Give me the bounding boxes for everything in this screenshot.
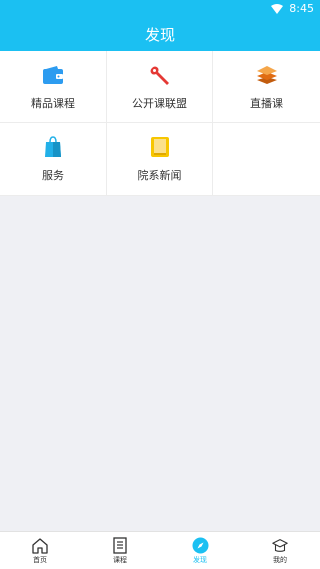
app-header: 发现: [0, 17, 320, 51]
page-title: 发现: [144, 25, 175, 44]
layers-icon: [255, 63, 279, 87]
grid-item-label: 直播课: [250, 96, 283, 110]
nav-item-discover[interactable]: 发现: [160, 532, 240, 569]
nav-label: 首页: [33, 556, 47, 564]
nav-item-courses[interactable]: 课程: [80, 532, 160, 569]
nav-item-home[interactable]: 首页: [0, 532, 80, 569]
compass-icon: [191, 536, 209, 554]
grid-item-featured-courses[interactable]: 精品课程: [0, 51, 107, 123]
profile-cap-icon: [271, 536, 289, 554]
grid-item-department-news[interactable]: 院系新闻: [107, 123, 213, 196]
nav-label: 我的: [273, 556, 287, 564]
grid-item-label: 服务: [42, 169, 64, 182]
wrench-icon: [148, 63, 172, 87]
grid-item-live-courses[interactable]: 直播课: [213, 51, 320, 123]
grid-item-label: 公开课联盟: [132, 96, 187, 110]
nav-label: 发现: [193, 556, 207, 564]
document-icon: [111, 536, 129, 554]
nav-item-mine[interactable]: 我的: [240, 532, 320, 569]
book-icon: [148, 135, 172, 159]
discover-grid: 精品课程 公开课联盟 直播课 服务 院系新闻: [0, 51, 320, 196]
grid-item-empty: [213, 123, 320, 196]
home-icon: [31, 536, 49, 554]
grid-item-label: 院系新闻: [137, 169, 182, 182]
bottom-nav: 首页 课程 发现 我的: [0, 531, 320, 569]
wifi-icon: [271, 3, 284, 14]
nav-label: 课程: [113, 556, 127, 564]
grid-item-services[interactable]: 服务: [0, 123, 107, 196]
shopping-bag-icon: [41, 135, 65, 159]
status-time: 8:45: [289, 2, 314, 15]
grid-item-open-course-alliance[interactable]: 公开课联盟: [107, 51, 213, 123]
wallet-icon: [41, 63, 65, 87]
status-bar: 8:45: [0, 0, 320, 17]
grid-item-label: 精品课程: [31, 96, 75, 110]
